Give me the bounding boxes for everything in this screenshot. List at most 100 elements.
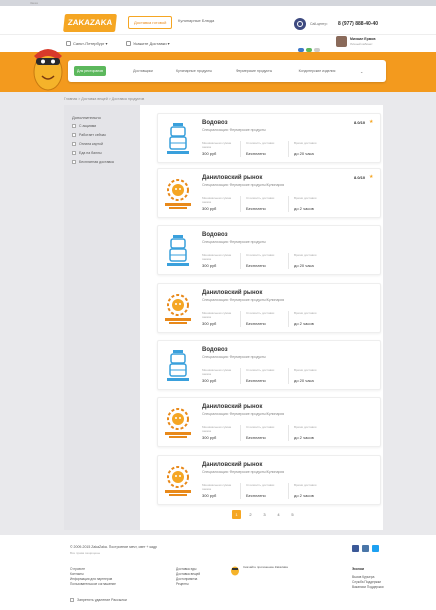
chevron-down-icon[interactable]: ⌄ xyxy=(360,69,363,74)
delivery-value: Бесплатно xyxy=(246,206,266,211)
vendor-name[interactable]: Водовоз xyxy=(202,232,228,238)
category-culinary[interactable]: Кулинарные продукты xyxy=(166,66,222,76)
footer-link[interactable]: Информация для партнеров xyxy=(70,577,112,581)
address-label: Укажите Доставки xyxy=(133,41,167,46)
filter-label: Оплата картой xyxy=(79,142,103,146)
category-farm[interactable]: Фермерские продукты xyxy=(226,66,282,76)
min-order-value: 300 руб xyxy=(202,206,217,211)
category-restaurants[interactable]: Для ресторанов xyxy=(74,66,106,76)
city-selector[interactable]: Санкт-Петербург ▾ xyxy=(66,41,108,47)
footer-link[interactable]: Вызов Курьера xyxy=(352,575,374,579)
filter-open-now[interactable]: Работает сейчас xyxy=(72,133,106,138)
page-button[interactable]: 5 xyxy=(288,510,297,519)
vendor-name[interactable]: Водовоз xyxy=(202,120,228,126)
subscribe-checkbox[interactable]: Запретить удаление Рассылки xyxy=(70,598,127,603)
delivery-label: Стоимость доставки xyxy=(246,483,275,487)
footer-link[interactable]: Вакансии Поддержки xyxy=(352,585,384,589)
divider xyxy=(288,483,289,499)
user-cabinet-link[interactable]: Личный кабинет xyxy=(350,42,373,46)
mascot-icon xyxy=(33,49,63,91)
checkbox[interactable] xyxy=(72,124,76,129)
category-couriers[interactable]: Доставщики xyxy=(124,66,162,76)
app-store-icon[interactable] xyxy=(230,564,240,576)
footer-link[interactable]: Пользовательское соглашение xyxy=(70,582,116,586)
divider xyxy=(288,368,289,384)
checkbox[interactable] xyxy=(72,133,76,138)
page-button[interactable]: 3 xyxy=(260,510,269,519)
filter-card-payment[interactable]: Оплата картой xyxy=(72,142,103,147)
site-logo[interactable]: ZAKAZAKA xyxy=(63,14,117,32)
min-order-label: Минимальная сумма заказа xyxy=(202,311,232,319)
category-confectionery[interactable]: Кондитерские изделия xyxy=(286,66,348,76)
checkbox[interactable] xyxy=(72,142,76,147)
rating: 8.0/10 xyxy=(354,120,366,125)
vendor-card[interactable]: Даниловский рынок Специализация: Фермерск… xyxy=(157,455,381,505)
filter-points[interactable]: Еда на баллы xyxy=(72,151,102,156)
min-order-value: 300 руб xyxy=(202,151,217,156)
vendor-name[interactable]: Даниловский рынок xyxy=(202,404,262,410)
rating: 8.0/10 xyxy=(354,175,366,180)
app-download-text[interactable]: Скачайте приложение Zakazaka xyxy=(243,565,288,569)
filter-free-delivery[interactable]: Бесплатная доставка xyxy=(72,160,114,165)
time-label: Время доставки xyxy=(294,196,317,200)
subscribe-label: Запретить удаление Рассылки xyxy=(77,598,127,602)
time-value: до 2 часов xyxy=(294,206,314,211)
divider xyxy=(288,425,289,441)
footer-link[interactable]: Доставка еды xyxy=(176,567,196,571)
footer-link[interactable]: Рецепты xyxy=(176,582,189,586)
checkbox[interactable] xyxy=(70,598,74,603)
tab-ready-delivery[interactable]: Доставка готовой xyxy=(128,16,173,29)
footer-link[interactable]: Доставка вещей xyxy=(176,572,200,576)
time-label: Время доставки xyxy=(294,368,317,372)
checkbox[interactable] xyxy=(72,160,76,165)
copyright-sub: Все права защищены xyxy=(70,551,101,555)
footer-link[interactable]: О проекте xyxy=(70,567,85,571)
time-value: до 20 часа xyxy=(294,378,314,383)
delivery-value: Бесплатно xyxy=(246,435,266,440)
vendor-card[interactable]: Даниловский рынок Специализация: Фермерск… xyxy=(157,283,381,333)
search-icon[interactable] xyxy=(294,18,306,30)
footer-link[interactable]: Контакты xyxy=(70,572,84,576)
delivery-label: Стоимость доставки xyxy=(246,425,275,429)
vendor-card[interactable]: Водовоз Специализация: Фермерские продукт… xyxy=(157,340,381,390)
checkbox[interactable] xyxy=(72,151,76,156)
time-value: до 2 часов xyxy=(294,321,314,326)
vendor-name[interactable]: Даниловский рынок xyxy=(202,175,262,181)
footer-right-title: Эконом xyxy=(352,567,364,571)
breadcrumb[interactable]: Главная > Доставка вещей > Доставка прод… xyxy=(64,97,144,101)
vendor-card[interactable]: Водовоз Специализация: Фермерские продукт… xyxy=(157,113,381,163)
footer-link[interactable]: Служба Поддержки xyxy=(352,580,381,584)
tab-culinary[interactable]: Кулинарные Блюда xyxy=(178,18,214,23)
page-button[interactable]: 2 xyxy=(246,510,255,519)
vendor-name[interactable]: Водовоз xyxy=(202,347,228,353)
vendor-specialization: Специализация: Фермерские продукты/Кулин… xyxy=(202,470,285,474)
delivery-label: Стоимость доставки xyxy=(246,253,275,257)
vk-icon[interactable] xyxy=(362,545,369,552)
vendor-name[interactable]: Даниловский рынок xyxy=(202,290,262,296)
water-logo-icon xyxy=(167,350,189,381)
phone-number[interactable]: 8 (977) 888-40-40 xyxy=(338,21,378,27)
facebook-icon[interactable] xyxy=(352,545,359,552)
market-logo-icon xyxy=(165,408,191,438)
water-logo-icon xyxy=(167,123,189,154)
twitter-icon[interactable] xyxy=(372,545,379,552)
vendor-name[interactable]: Даниловский рынок xyxy=(202,462,262,468)
min-order-value: 300 руб xyxy=(202,378,217,383)
home-icon xyxy=(126,41,131,47)
address-selector[interactable]: Укажите Доставки ▾ xyxy=(126,41,170,47)
footer-link[interactable]: Достопримеча xyxy=(176,577,197,581)
vendor-card[interactable]: Даниловский рынок Специализация: Фермерск… xyxy=(157,397,381,447)
time-label: Время доставки xyxy=(294,425,317,429)
avatar[interactable] xyxy=(336,36,347,47)
page-button[interactable]: 1 xyxy=(232,510,241,519)
divider xyxy=(240,141,241,157)
user-name[interactable]: Михаил Ермов xyxy=(350,37,376,41)
filter-promo[interactable]: С акциями xyxy=(72,124,96,129)
page-button[interactable]: 4 xyxy=(274,510,283,519)
delivery-value: Бесплатно xyxy=(246,493,266,498)
vendor-card[interactable]: Водовоз Специализация: Фермерские продукт… xyxy=(157,225,381,275)
min-order-value: 300 руб xyxy=(202,435,217,440)
min-order-label: Минимальная сумма заказа xyxy=(202,483,232,491)
min-order-value: 300 руб xyxy=(202,493,217,498)
vendor-card[interactable]: Даниловский рынок Специализация: Фермерск… xyxy=(157,168,381,218)
